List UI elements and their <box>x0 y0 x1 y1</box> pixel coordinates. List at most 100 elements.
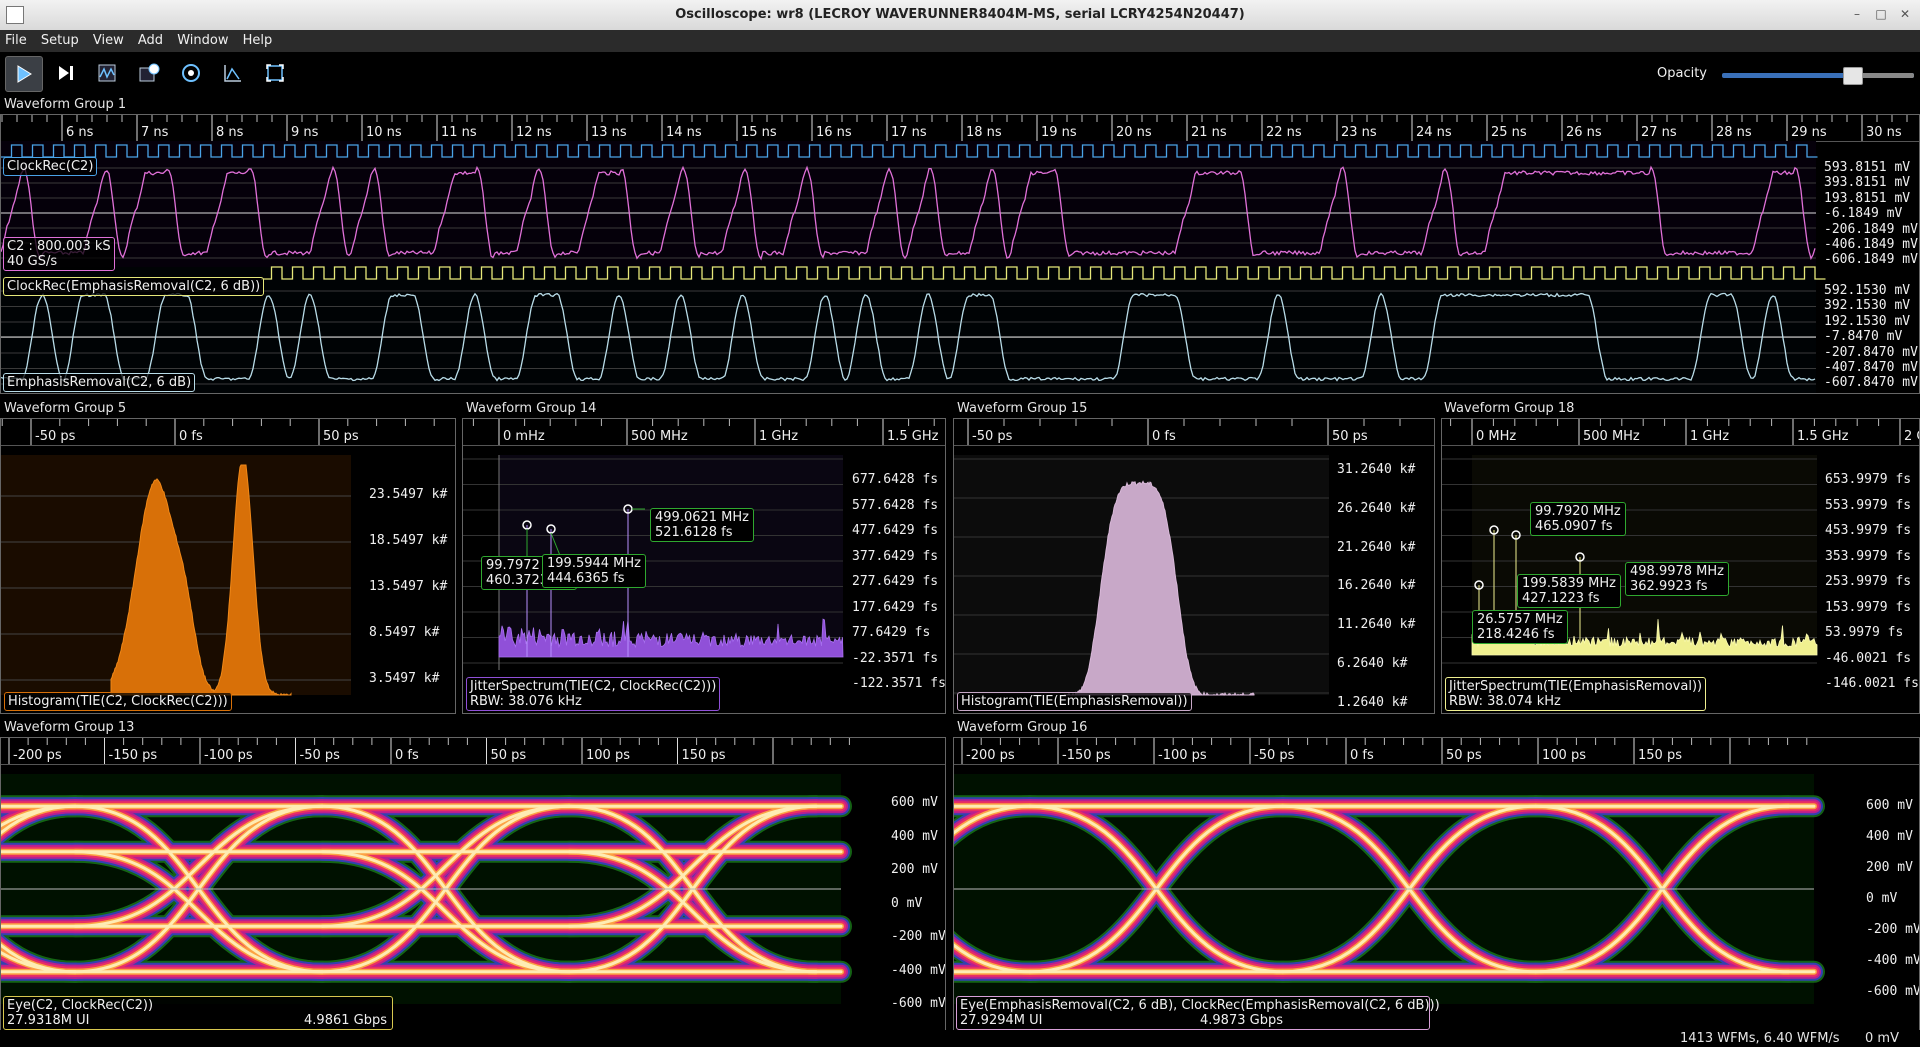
x-tick-label: -50 ps <box>35 429 76 444</box>
menu-add[interactable]: Add <box>133 30 168 51</box>
y-tick-label: 200 mV <box>891 862 938 877</box>
y-tick-label: 653.9979 fs <box>1825 472 1912 487</box>
y-tick-label: 393.8151 mV <box>1824 175 1911 191</box>
x-tick-label: 14 ns <box>666 125 702 140</box>
waveform-group-14[interactable]: 0 mHz 500 MHz 1 GHz 1.5 GHz JitterSpectrum(… <box>462 418 946 714</box>
eye-diagram-emphasis[interactable] <box>954 764 1919 1030</box>
y-tick-label: 377.6429 fs <box>852 548 939 564</box>
y-tick-label: 400 mV <box>891 828 938 844</box>
peak-callout[interactable]: 499.0621 MHz 521.6128 fs <box>650 508 754 542</box>
maximize-icon[interactable]: □ <box>1872 5 1890 23</box>
x-tick-label: 50 ps <box>490 748 527 763</box>
opacity-slider-handle[interactable] <box>1843 67 1863 85</box>
x-tick-label: -100 ps <box>1158 748 1207 763</box>
menu-window[interactable]: Window <box>172 30 233 51</box>
peak-callout[interactable]: 199.5839 MHz 427.1223 fs <box>1517 574 1621 608</box>
g16-x-ruler[interactable]: -200 ps -150 ps -100 ps -50 ps 0 fs 50 ps 100 … <box>954 738 1919 765</box>
y-tick-label: -400 mV <box>891 962 946 978</box>
waveform-group-5[interactable]: -50 ps 0 fs 50 ps Histogram(TIE(C2, ClockR… <box>0 418 456 714</box>
x-tick-label: 26 ns <box>1566 125 1602 140</box>
y-tick-label: -122.3571 fs <box>852 676 946 691</box>
histogram-tie-c2-label[interactable]: Histogram(TIE(C2, ClockRec(C2))) <box>4 692 232 711</box>
peak-callout[interactable]: 26.5757 MHz 218.4246 fs <box>1472 610 1568 644</box>
clockrec-emphasis-label[interactable]: ClockRec(EmphasisRemoval(C2, 6 dB)) <box>3 277 265 296</box>
g14-x-ruler[interactable]: 0 mHz 500 MHz 1 GHz 1.5 GHz <box>463 419 945 446</box>
waveform-plot[interactable] <box>1 141 1919 393</box>
menu-setup[interactable]: Setup <box>36 30 84 51</box>
trigger-button[interactable] <box>131 56 167 90</box>
x-tick-label: 6 ns <box>66 125 94 140</box>
waveform-group-18[interactable]: 0 MHz 500 MHz 1 GHz 1.5 GHz 2 G JitterSpectr… <box>1441 418 1920 714</box>
g15-x-ruler[interactable]: -50 ps 0 fs 50 ps <box>954 419 1434 446</box>
x-tick-label: 500 MHz <box>631 429 688 444</box>
x-tick-label: 20 ns <box>1116 125 1152 140</box>
opacity-label: Opacity <box>1657 66 1708 81</box>
y-tick-label: 3.5497 k# <box>369 671 440 686</box>
jitter-spectrum-c2-label[interactable]: JitterSpectrum(TIE(C2, ClockRec(C2))) RB… <box>466 677 721 711</box>
close-icon[interactable]: ✕ <box>1896 5 1914 23</box>
step-icon <box>59 66 73 80</box>
y-tick-label: 600 mV <box>1866 798 1913 813</box>
x-tick-label: 30 ns <box>1866 125 1902 140</box>
y-tick-label: -606.1849 mV <box>1824 252 1918 268</box>
x-tick-label: 0 fs <box>1152 429 1176 444</box>
waveform-group-16[interactable]: -200 ps -150 ps -100 ps -50 ps 0 fs 50 ps 100 … <box>953 737 1920 1031</box>
x-tick-label: -150 ps <box>108 748 158 763</box>
waveform-group-1[interactable]: 6 ns 7 ns 8 ns 9 ns 10 ns 11 ns 12 ns 13 ns 14 n… <box>0 114 1920 394</box>
trigger-icon <box>139 63 160 82</box>
sync-button[interactable] <box>173 56 209 90</box>
add-waveform-button[interactable] <box>89 56 125 90</box>
menu-help[interactable]: Help <box>238 30 278 51</box>
jitter-spectrum-c2-rbw: RBW: 38.076 kHz <box>470 694 582 709</box>
peak-callout[interactable]: 99.7920 MHz 465.0907 fs <box>1530 502 1626 536</box>
cursor-voltage-status: 0 mV <box>1865 1031 1899 1046</box>
jitter-spectrum-emphasis-label[interactable]: JitterSpectrum(TIE(EmphasisRemoval)) RBW… <box>1445 677 1707 711</box>
g13-x-ruler[interactable]: -200 ps -150 ps -100 ps -50 ps 0 fs 50 ps 100 … <box>1 738 945 765</box>
peak-callout[interactable]: 498.9978 MHz 362.9923 fs <box>1625 562 1729 596</box>
x-tick-label: 1.5 GHz <box>887 429 939 444</box>
play-button[interactable] <box>5 56 43 92</box>
peak-value: 362.9923 fs <box>1630 579 1708 594</box>
x-tick-label: 21 ns <box>1191 125 1227 140</box>
y-tick-label: 13.5497 k# <box>369 579 448 594</box>
jitter-spectrum-emphasis-name: JitterSpectrum(TIE(EmphasisRemoval)) <box>1449 679 1703 694</box>
menu-file[interactable]: File <box>0 30 32 51</box>
y-tick-label: 16.2640 k# <box>1337 578 1416 594</box>
clockrec-c2-label[interactable]: ClockRec(C2) <box>3 157 98 176</box>
ruler-ticks <box>1 115 1908 141</box>
waveform-group-13[interactable]: -200 ps -150 ps -100 ps -50 ps 0 fs 50 ps 100 … <box>0 737 946 1031</box>
jitter-spectrum-emphasis-rbw: RBW: 38.074 kHz <box>1449 694 1561 709</box>
eye-diagram-c2[interactable] <box>1 764 945 1030</box>
x-tick-label: -150 ps <box>1062 748 1111 763</box>
eye-c2-label[interactable]: Eye(C2, ClockRec(C2)) 27.9318M UI 4.9861… <box>3 996 393 1030</box>
histogram-button[interactable] <box>215 56 251 90</box>
y-tick-label: 592.1530 mV <box>1824 283 1911 298</box>
y-tick-label: 553.9979 fs <box>1825 497 1912 513</box>
minimize-icon[interactable]: – <box>1848 5 1866 23</box>
group13-title: Waveform Group 13 <box>4 720 135 735</box>
waveform-group-15[interactable]: -50 ps 0 fs 50 ps Histogram(TIE(EmphasisRe… <box>953 418 1435 714</box>
x-tick-label: 17 ns <box>891 125 927 140</box>
fullscreen-button[interactable] <box>257 56 293 90</box>
y-tick-label: -6.1849 mV <box>1824 206 1903 222</box>
waveform-rate-status: 1413 WFMs, 6.40 WFM/s <box>1680 1031 1840 1046</box>
peak-value: 427.1223 fs <box>1522 591 1600 606</box>
group15-title: Waveform Group 15 <box>957 401 1088 416</box>
step-button[interactable] <box>48 56 84 90</box>
menu-view[interactable]: View <box>88 30 129 51</box>
eye-c2-name: Eye(C2, ClockRec(C2)) <box>7 998 154 1013</box>
eye-c2-bitrate: 4.9861 Gbps <box>304 1013 387 1028</box>
peak-callout[interactable]: 199.5944 MHz 444.6365 fs <box>542 554 646 588</box>
x-tick-label: -200 ps <box>966 748 1015 763</box>
eye-emphasis-label[interactable]: Eye(EmphasisRemoval(C2, 6 dB), ClockRec(… <box>956 996 1440 1030</box>
g5-x-ruler[interactable]: -50 ps 0 fs 50 ps <box>1 419 455 446</box>
x-tick-label: 13 ns <box>591 125 627 140</box>
fullscreen-icon <box>266 64 284 82</box>
y-tick-label: -607.8470 mV <box>1824 375 1918 391</box>
time-ruler[interactable]: 6 ns 7 ns 8 ns 9 ns 10 ns 11 ns 12 ns 13 ns 14 n… <box>1 115 1919 142</box>
emphasis-removal-label[interactable]: EmphasisRemoval(C2, 6 dB) <box>3 373 196 392</box>
y-tick-label: 193.8151 mV <box>1824 190 1911 206</box>
c2-info-label[interactable]: C2 : 800.003 kS 40 GS/s <box>3 237 115 271</box>
histogram-tie-emphasis-label[interactable]: Histogram(TIE(EmphasisRemoval)) <box>957 692 1192 711</box>
g18-x-ruler[interactable]: 0 MHz 500 MHz 1 GHz 1.5 GHz 2 G <box>1442 419 1919 446</box>
